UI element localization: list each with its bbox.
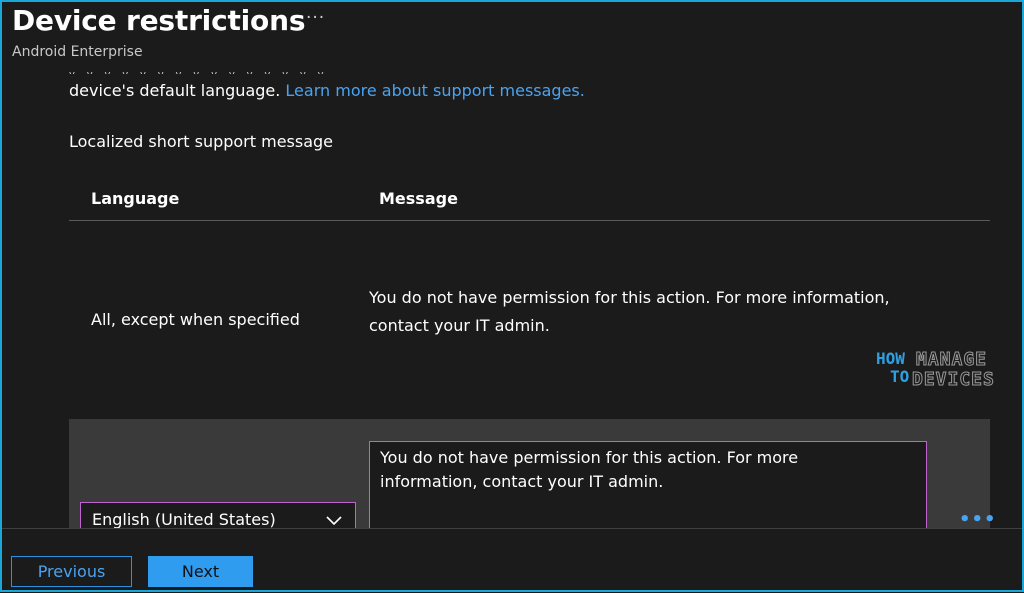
blade-header: Device restrictions ··· Android Enterpri… — [0, 0, 1024, 64]
previous-button[interactable]: Previous — [11, 556, 132, 587]
page-subtitle: Android Enterprise — [12, 44, 143, 60]
logo-text-to: TO — [890, 367, 910, 386]
logo-text-devices: DEVICES — [912, 369, 995, 390]
table-row-language: All, except when specified — [91, 310, 300, 329]
table-row-editable: English (United States) You do not have … — [69, 419, 996, 528]
table-row-message: You do not have permission for this acti… — [369, 288, 890, 335]
column-header-message: Message — [379, 189, 458, 208]
more-options-icon[interactable]: ··· — [306, 8, 325, 28]
table-header-divider — [69, 220, 990, 221]
next-button[interactable]: Next — [148, 556, 253, 587]
message-textarea-value: You do not have permission for this acti… — [380, 448, 799, 491]
language-dropdown[interactable]: English (United States) — [80, 502, 356, 528]
column-header-language: Language — [91, 189, 180, 208]
logo-text-how: HOW — [876, 349, 905, 368]
logo-text-manage: MANAGE — [915, 349, 988, 370]
wizard-footer: Previous Next — [0, 528, 1024, 593]
message-textarea[interactable]: You do not have permission for this acti… — [369, 441, 927, 528]
support-message-description: device's default language. Learn more ab… — [69, 81, 585, 100]
description-text: device's default language. — [69, 81, 286, 100]
row-ellipsis-icon[interactable]: ••• — [959, 509, 997, 528]
howtomanagedevices-logo: HOW TO MANAGE DEVICES — [872, 349, 1002, 394]
learn-more-link[interactable]: Learn more about support messages. — [285, 81, 584, 100]
clipped-text-line: ᵥ ᵥ ᵥ ᵥ ᵥ ᵥ ᵥ ᵥ ᵥ ᵥ ᵥ ᵥ ᵥ ᵥ ᵥ — [69, 64, 328, 74]
short-support-message-label: Localized short support message — [69, 132, 334, 151]
settings-content: ᵥ ᵥ ᵥ ᵥ ᵥ ᵥ ᵥ ᵥ ᵥ ᵥ ᵥ ᵥ ᵥ ᵥ ᵥ device's d… — [0, 64, 1024, 528]
page-title: Device restrictions — [12, 4, 306, 37]
language-dropdown-value: English (United States) — [92, 510, 276, 528]
chevron-down-icon — [326, 516, 342, 526]
